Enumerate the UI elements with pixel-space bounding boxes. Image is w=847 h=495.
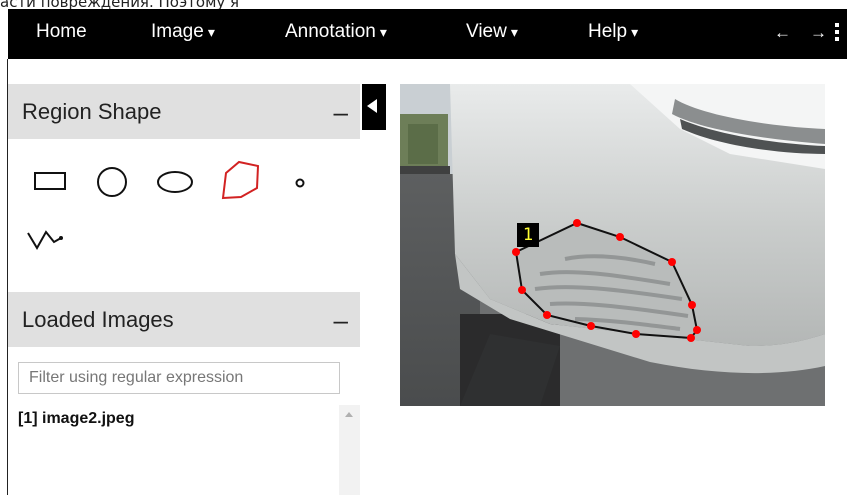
image-filter-input[interactable] bbox=[18, 362, 340, 394]
page-caption-text: асти повреждения. Поэтому я bbox=[0, 0, 240, 9]
menu-view-label: View bbox=[466, 21, 507, 42]
rectangle-tool-icon[interactable] bbox=[33, 170, 67, 192]
circle-tool-icon[interactable] bbox=[95, 166, 129, 198]
collapse-icon[interactable]: – bbox=[334, 97, 348, 128]
more-options-icon[interactable] bbox=[835, 23, 839, 44]
menu-image[interactable]: Image ▾ bbox=[151, 21, 215, 43]
menu-image-label: Image bbox=[151, 21, 204, 42]
chevron-down-icon: ▾ bbox=[510, 24, 518, 40]
image-list-scrollbar[interactable] bbox=[339, 405, 360, 495]
car-bumper-photo bbox=[400, 84, 825, 406]
region-shape-header[interactable]: Region Shape – bbox=[8, 84, 360, 139]
chevron-left-icon bbox=[367, 99, 377, 113]
image-canvas[interactable] bbox=[400, 84, 825, 406]
region-id-label: 1 bbox=[517, 223, 539, 247]
chevron-down-icon: ▾ bbox=[207, 24, 215, 40]
scroll-up-icon[interactable] bbox=[345, 412, 353, 417]
point-tool-icon[interactable] bbox=[293, 176, 307, 190]
menu-annotation-label: Annotation bbox=[285, 21, 376, 42]
region-shape-title: Region Shape bbox=[22, 99, 162, 124]
polygon-tool-icon[interactable] bbox=[217, 158, 263, 204]
chevron-down-icon: ▾ bbox=[379, 24, 387, 40]
menu-help[interactable]: Help ▾ bbox=[588, 21, 638, 43]
image-list: [1] image2.jpeg bbox=[18, 410, 340, 495]
menu-annotation[interactable]: Annotation ▾ bbox=[285, 21, 387, 43]
top-menu-bar: Home Image ▾ Annotation ▾ View ▾ Help ▾ ← → bbox=[8, 9, 847, 59]
chevron-down-icon: ▾ bbox=[631, 24, 639, 40]
menu-home[interactable]: Home bbox=[36, 21, 87, 43]
sidebar-toggle-button[interactable] bbox=[362, 84, 386, 130]
menu-help-label: Help bbox=[588, 21, 628, 42]
collapse-icon[interactable]: – bbox=[334, 305, 348, 336]
loaded-images-title: Loaded Images bbox=[22, 307, 174, 332]
menu-view[interactable]: View ▾ bbox=[466, 21, 518, 43]
next-image-arrow-icon[interactable]: → bbox=[810, 23, 827, 43]
image-list-item[interactable]: [1] image2.jpeg bbox=[18, 410, 340, 428]
menu-home-label: Home bbox=[36, 21, 87, 42]
loaded-images-header[interactable]: Loaded Images – bbox=[8, 292, 360, 347]
prev-image-arrow-icon[interactable]: ← bbox=[774, 23, 791, 43]
ellipse-tool-icon[interactable] bbox=[155, 170, 195, 194]
polyline-tool-icon[interactable] bbox=[25, 226, 67, 254]
